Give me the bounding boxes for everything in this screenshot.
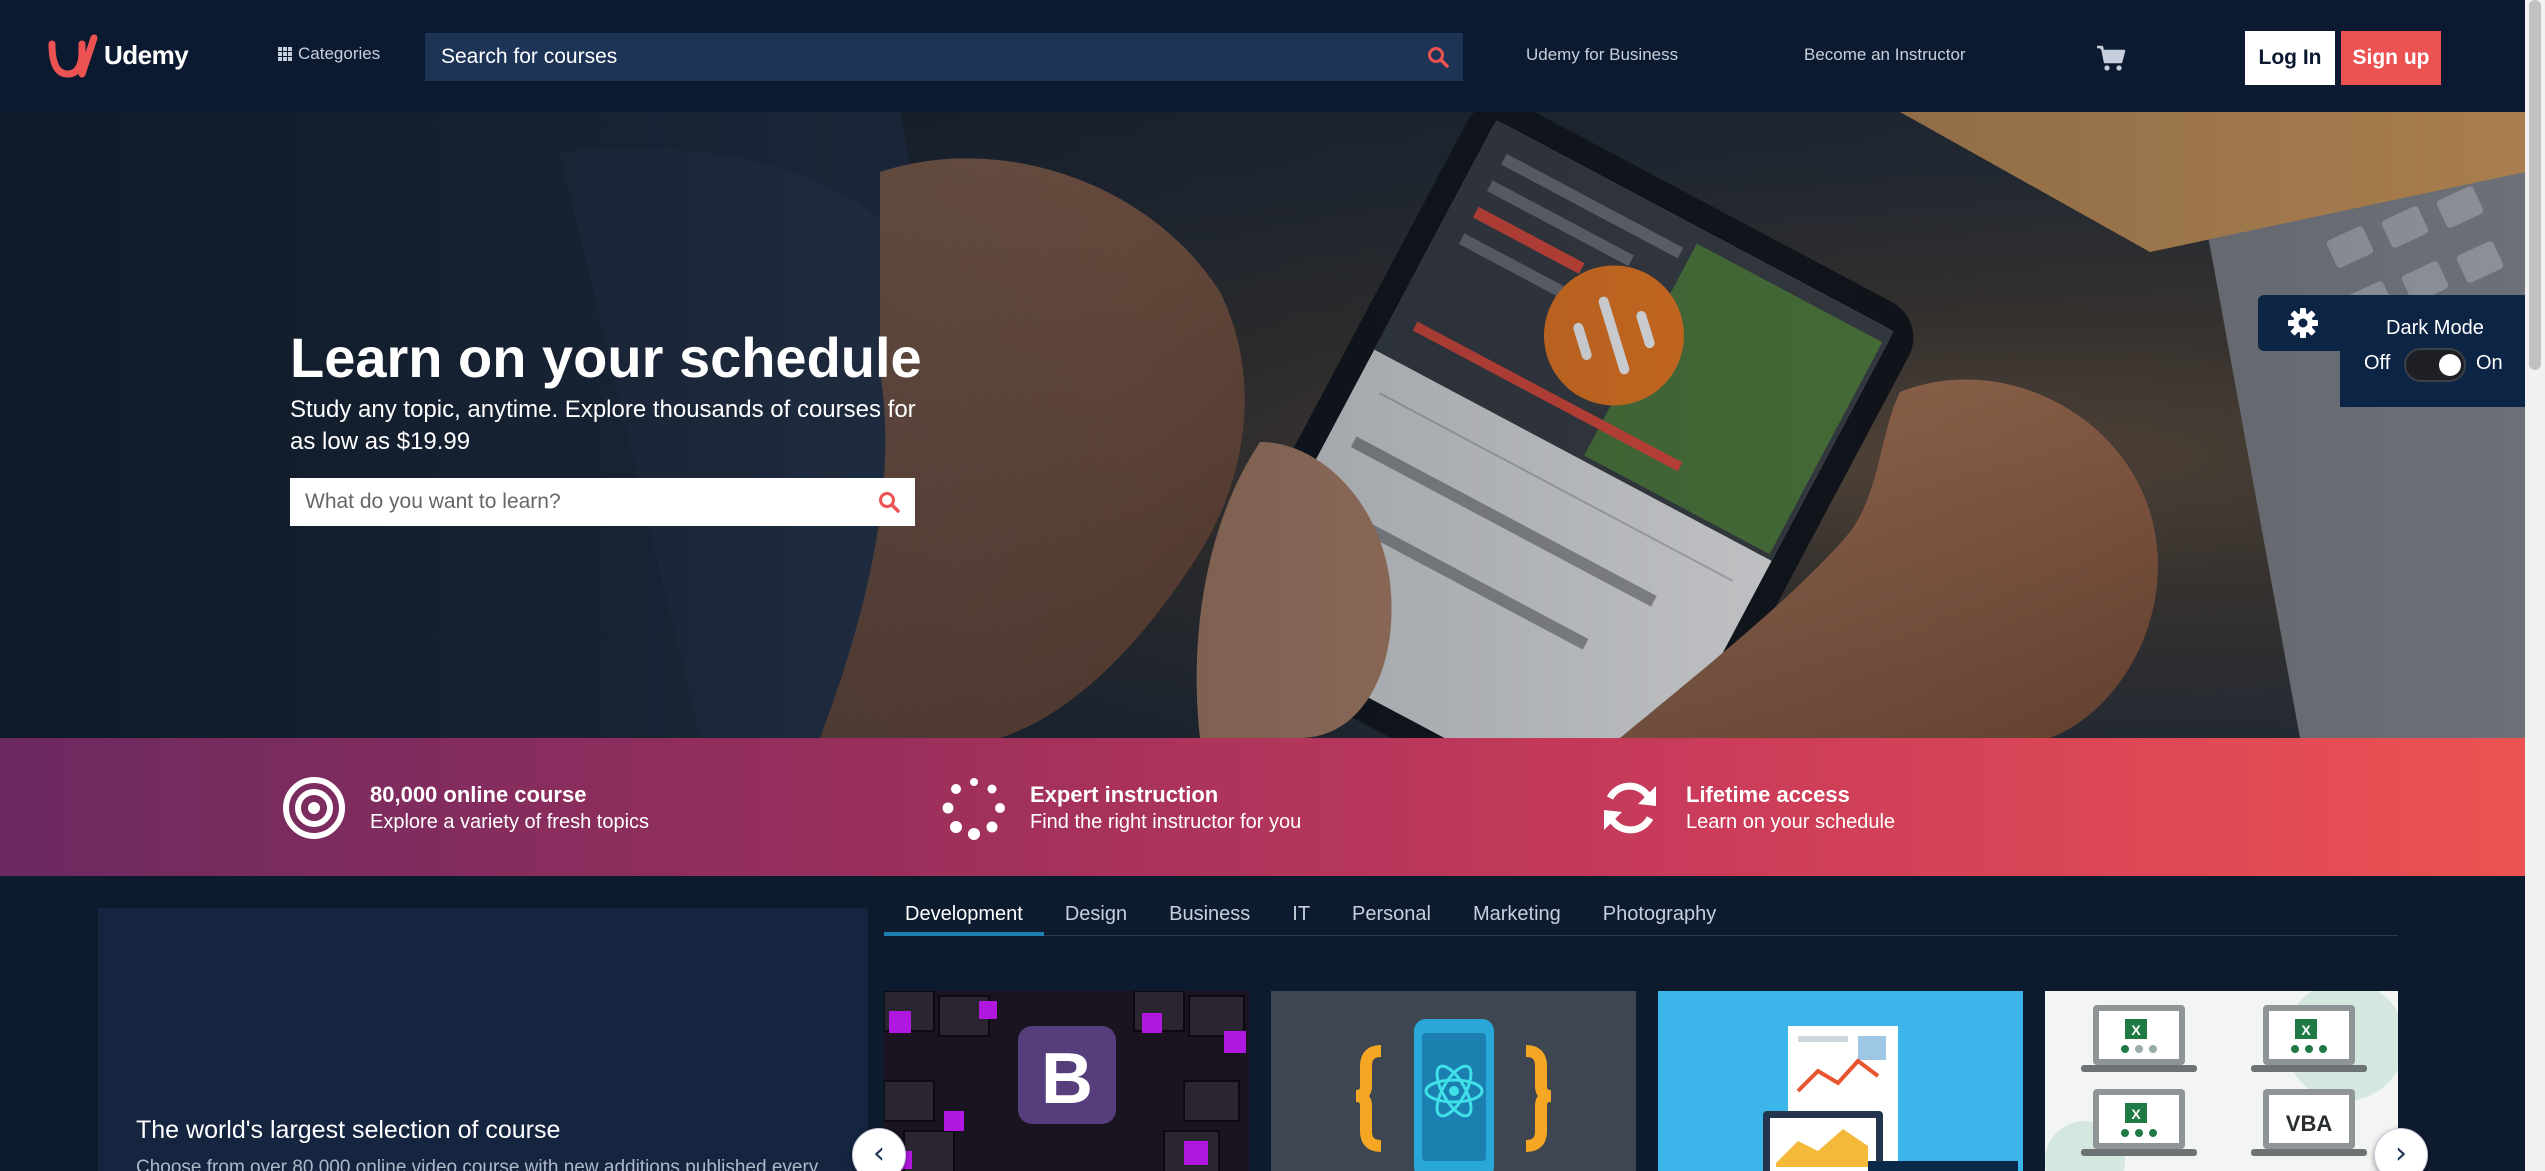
- nav-search-bar: [425, 33, 1463, 81]
- course-card[interactable]: B: [884, 991, 1249, 1171]
- search-icon: [879, 492, 900, 513]
- nav-search-input[interactable]: [425, 33, 1413, 81]
- top-navbar: Udemy Categories Udemy for Business Beco…: [0, 0, 2525, 112]
- brand-name: Udemy: [104, 39, 189, 70]
- spinner-icon: [942, 778, 1005, 840]
- carousel-next-button[interactable]: ›: [2374, 1128, 2428, 1171]
- become-instructor-link[interactable]: Become an Instructor: [1804, 45, 1966, 65]
- categories-menu[interactable]: Categories: [278, 44, 380, 64]
- dark-mode-toggle[interactable]: [2404, 348, 2466, 382]
- excel-x-label: X: [2131, 1106, 2141, 1122]
- courses-section: The world's largest selection of course …: [0, 876, 2525, 1171]
- excel-vba-thumbnail: X X X VBA: [2045, 991, 2398, 1171]
- dark-mode-settings-button[interactable]: [2258, 295, 2348, 351]
- categories-label: Categories: [298, 44, 381, 63]
- feature-desc: Learn on your schedule: [1686, 811, 1896, 833]
- feature-title: Expert instruction: [1030, 782, 1219, 807]
- hero-banner: Learn on your schedule Study any topic, …: [0, 112, 2525, 738]
- udemy-logo-icon: [48, 34, 98, 78]
- feature-lifetime: Lifetime access Learn on your schedule: [1598, 776, 1895, 840]
- tab-it[interactable]: IT: [1271, 900, 1331, 936]
- hero-search-button[interactable]: [863, 478, 915, 526]
- dark-mode-on-label: On: [2476, 352, 2503, 374]
- vba-label: VBA: [2286, 1111, 2333, 1136]
- tab-design[interactable]: Design: [1044, 900, 1148, 936]
- grid-icon: [278, 47, 292, 61]
- excel-x-label: X: [2131, 1022, 2141, 1038]
- tab-development[interactable]: Development: [884, 900, 1044, 936]
- tab-business[interactable]: Business: [1148, 900, 1271, 936]
- promo-description: Choose from over 80,000 online video cou…: [136, 1157, 819, 1171]
- tab-personal[interactable]: Personal: [1331, 900, 1452, 936]
- course-card[interactable]: X X X VBA: [2045, 991, 2398, 1171]
- page-scrollbar[interactable]: [2525, 0, 2545, 1171]
- dark-mode-title: Dark Mode: [2386, 317, 2484, 339]
- excel-x-label: X: [2301, 1022, 2311, 1038]
- udemy-for-business-link[interactable]: Udemy for Business: [1526, 45, 1678, 65]
- promo-title: The world's largest selection of course: [136, 1116, 561, 1144]
- feature-desc: Find the right instructor for you: [1030, 811, 1302, 833]
- nav-search-button[interactable]: [1413, 33, 1463, 81]
- hero-title: Learn on your schedule: [290, 326, 922, 389]
- feature-title: Lifetime access: [1686, 782, 1850, 807]
- signup-button[interactable]: Sign up: [2341, 31, 2441, 85]
- feature-title: 80,000 online course: [370, 782, 587, 807]
- login-button[interactable]: Log In: [2245, 31, 2335, 85]
- udemy-logo[interactable]: Udemy: [48, 30, 189, 80]
- bootstrap-logo-letter: B: [1041, 1039, 1093, 1119]
- feature-courses: 80,000 online course Explore a variety o…: [282, 776, 649, 840]
- feature-desc: Explore a variety of fresh topics: [370, 811, 650, 833]
- bootstrap-thumbnail: B: [884, 991, 1249, 1171]
- feature-instruction: Expert instruction Find the right instru…: [942, 776, 1301, 840]
- chevron-left-icon: ‹: [873, 1136, 885, 1171]
- category-tabs: Development Design Business IT Personal …: [884, 900, 2398, 936]
- features-band: 80,000 online course Explore a variety o…: [0, 738, 2525, 876]
- analytics-thumbnail: [1658, 991, 2023, 1171]
- refresh-icon: [1604, 782, 1656, 834]
- hero-search-bar: [290, 478, 915, 526]
- hero-search-input[interactable]: [290, 478, 863, 526]
- course-card[interactable]: [1271, 991, 1636, 1171]
- dark-mode-panel: Dark Mode Off On: [2340, 295, 2525, 407]
- tab-marketing[interactable]: Marketing: [1452, 900, 1582, 936]
- promo-card: The world's largest selection of course …: [98, 908, 868, 1171]
- course-card[interactable]: [1658, 991, 2023, 1171]
- gear-icon: [2288, 308, 2318, 338]
- dark-mode-off-label: Off: [2364, 352, 2391, 374]
- search-icon: [1428, 47, 1449, 68]
- tab-photography[interactable]: Photography: [1582, 900, 1737, 936]
- shopping-cart-icon[interactable]: [2096, 44, 2126, 72]
- target-icon: [283, 777, 345, 839]
- scrollbar-thumb[interactable]: [2529, 0, 2541, 370]
- toggle-knob: [2439, 354, 2461, 376]
- react-thumbnail: [1271, 991, 1636, 1171]
- chevron-right-icon: ›: [2395, 1136, 2407, 1171]
- hero-subtitle: Study any topic, anytime. Explore thousa…: [290, 396, 916, 455]
